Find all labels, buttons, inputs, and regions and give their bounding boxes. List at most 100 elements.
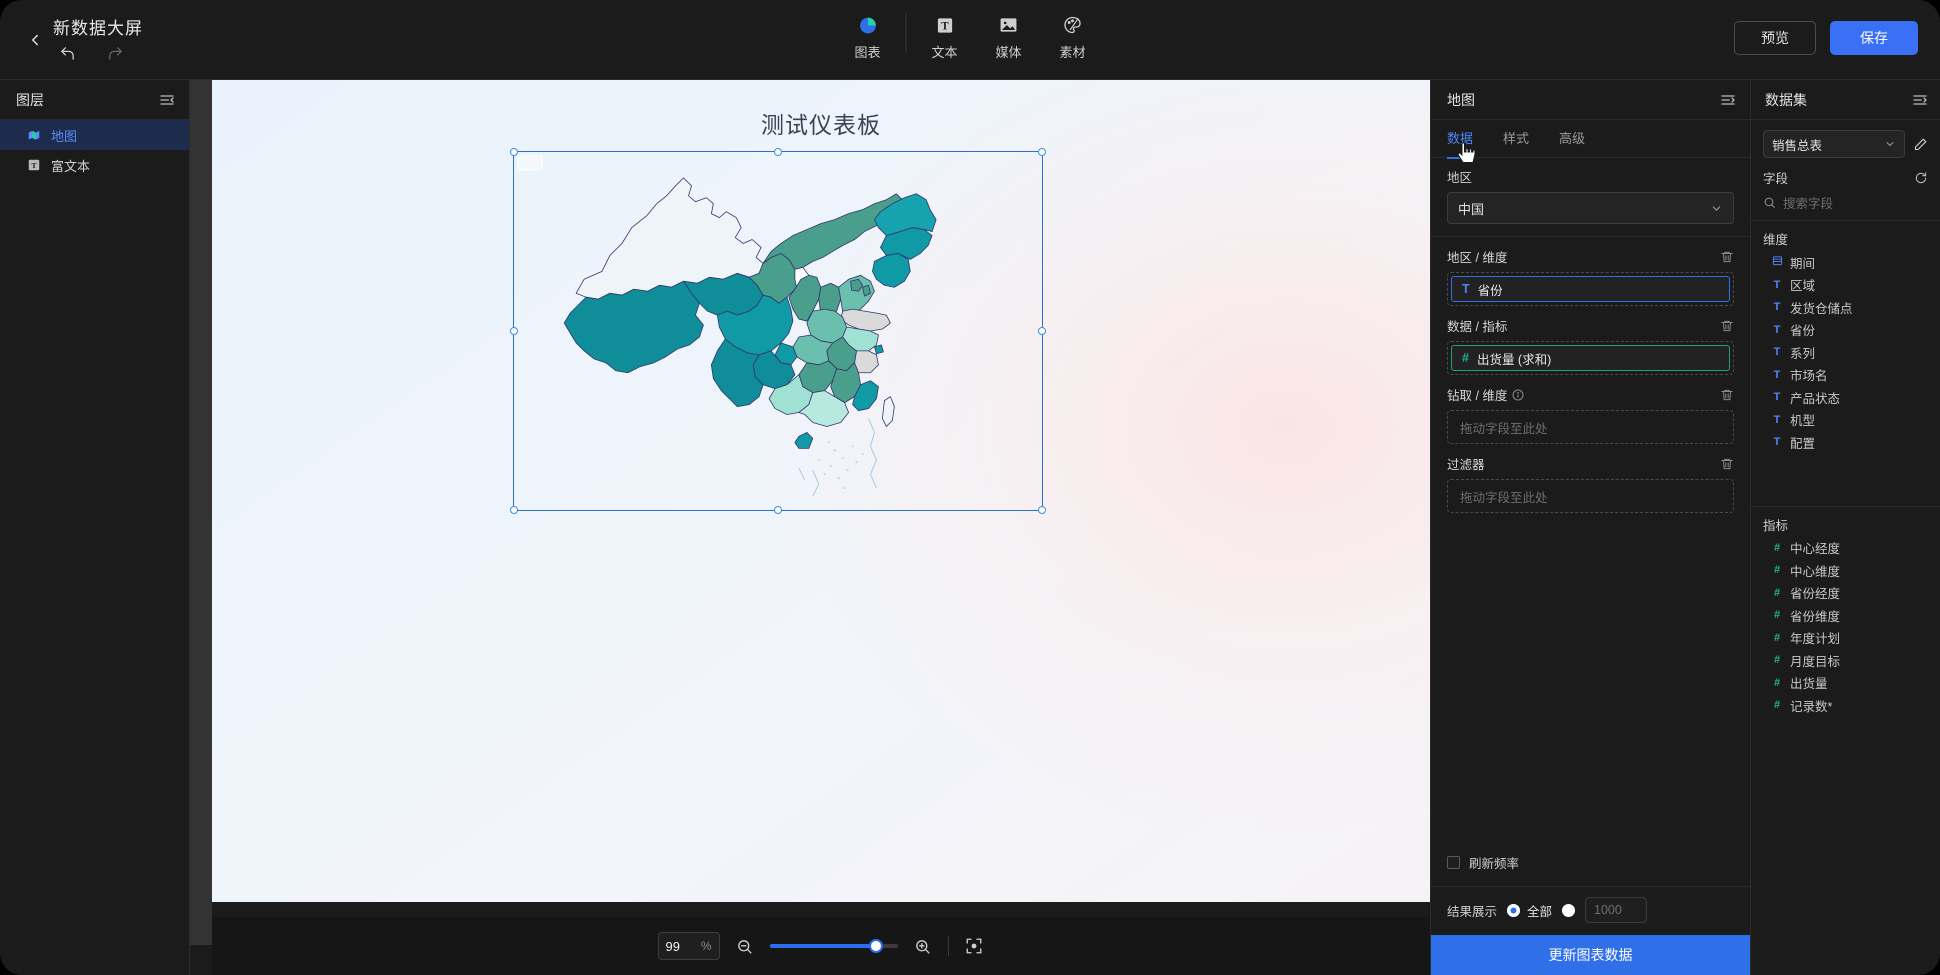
dataset-field-center-latitude[interactable]: # 中心维度 <box>1751 559 1940 582</box>
sidebar-item-map-layer[interactable]: 地图 <box>0 120 189 150</box>
collapse-right-icon[interactable] <box>1720 92 1736 108</box>
drop-zone-region-dimension[interactable]: T 省份 <box>1447 272 1734 306</box>
app-window: 新数据大屏 图表 T 文本 媒体 素材 预览 保存 图层 地图 T 富文本 测试… <box>0 0 1940 975</box>
back-button[interactable] <box>20 25 50 55</box>
measure-group-label: 指标 <box>1763 518 1789 533</box>
save-button[interactable]: 保存 <box>1830 21 1918 55</box>
tab-data[interactable]: 数据 <box>1447 128 1474 159</box>
number-type-icon: # <box>1773 699 1781 712</box>
dataset-field-label: 产品状态 <box>1790 391 1841 406</box>
text-type-icon: T <box>1773 413 1781 426</box>
result-radio-all[interactable] <box>1507 903 1521 917</box>
resize-handle-bottom-center[interactable] <box>774 506 782 514</box>
field-chip-shipment[interactable]: # 出货量 (求和) <box>1451 345 1730 371</box>
pencil-icon[interactable] <box>1913 137 1928 152</box>
config-body: 地区 中国 地区 / 维度 T 省份 数据 / 指标 # 出货量 (求和) 钻取… <box>1431 158 1750 839</box>
zoom-percent-sign: % <box>700 939 712 953</box>
dataset-field-region[interactable]: T 区域 <box>1751 274 1940 297</box>
fit-screen-icon[interactable] <box>963 935 985 957</box>
update-chart-data-button[interactable]: 更新图表数据 <box>1431 935 1750 975</box>
refresh-frequency-checkbox[interactable] <box>1447 856 1460 869</box>
preview-button[interactable]: 预览 <box>1734 21 1816 55</box>
collapse-right-icon[interactable] <box>1912 92 1928 108</box>
drop-zone-data-measure[interactable]: # 出货量 (求和) <box>1447 341 1734 375</box>
map-widget[interactable]: 地图 <box>510 148 1046 514</box>
tab-advanced[interactable]: 高级 <box>1559 128 1585 149</box>
info-icon[interactable] <box>1512 389 1524 401</box>
dataset-field-province-latitude[interactable]: # 省份维度 <box>1751 604 1940 627</box>
dataset-field-province[interactable]: T 省份 <box>1751 319 1940 342</box>
zoom-slider-knob[interactable] <box>868 939 883 953</box>
zoom-in-icon[interactable] <box>912 935 934 957</box>
slot-label: 钻取 / 维度 <box>1447 389 1508 403</box>
dataset-field-center-longitude[interactable]: # 中心经度 <box>1751 537 1940 560</box>
dataset-field-model[interactable]: T 机型 <box>1751 409 1940 432</box>
top-bar: 新数据大屏 图表 T 文本 媒体 素材 预览 保存 <box>0 0 1940 80</box>
dataset-field-annual-plan[interactable]: # 年度计划 <box>1751 627 1940 650</box>
drop-zone-drill-dimension[interactable]: 拖动字段至此处 <box>1447 410 1734 444</box>
tool-text[interactable]: T 文本 <box>913 9 977 61</box>
text-type-icon: T <box>1773 301 1781 314</box>
zoom-input[interactable]: 99 % <box>657 932 720 960</box>
region-select[interactable]: 中国 <box>1447 192 1734 224</box>
slot-header-filter: 过滤器 <box>1431 444 1750 479</box>
redo-icon[interactable] <box>104 42 126 64</box>
resize-handle-middle-right[interactable] <box>1038 327 1046 335</box>
field-chip-province[interactable]: T 省份 <box>1451 276 1730 302</box>
undo-icon[interactable] <box>56 42 78 64</box>
dataset-field-label: 年度计划 <box>1790 632 1841 647</box>
dataset-field-shipment[interactable]: # 出货量 <box>1751 672 1940 695</box>
dataset-field-monthly-target[interactable]: # 月度目标 <box>1751 649 1940 672</box>
result-limit-input[interactable]: 1000 <box>1585 897 1648 923</box>
tool-material[interactable]: 素材 <box>1041 9 1105 61</box>
zoom-bar-divider <box>947 936 949 956</box>
dataset-select[interactable]: 销售总表 <box>1763 130 1905 158</box>
tab-style[interactable]: 样式 <box>1503 128 1529 149</box>
clear-filter-icon[interactable] <box>1720 457 1734 471</box>
clear-drill-dimension-icon[interactable] <box>1720 388 1734 402</box>
dataset-field-series[interactable]: T 系列 <box>1751 341 1940 364</box>
dataset-field-label: 区域 <box>1790 279 1816 294</box>
config-tabs: 数据 样式 高级 <box>1431 120 1750 163</box>
resize-handle-bottom-right[interactable] <box>1038 506 1046 514</box>
clear-region-dimension-icon[interactable] <box>1720 250 1734 264</box>
zoom-out-icon[interactable] <box>734 935 756 957</box>
tool-text-label: 文本 <box>931 45 958 60</box>
sidebar-item-rich-text[interactable]: T 富文本 <box>0 150 189 180</box>
dashboard-canvas[interactable]: 测试仪表板 地图 <box>212 80 1430 902</box>
resize-handle-bottom-left[interactable] <box>510 506 518 514</box>
search-input[interactable]: 搜索字段 <box>1783 193 1833 212</box>
refresh-icon[interactable] <box>1914 171 1928 185</box>
dataset-title: 数据集 <box>1765 91 1807 108</box>
number-type-icon: # <box>1773 631 1781 644</box>
dataset-field-product-status[interactable]: T 产品状态 <box>1751 386 1940 409</box>
canvas-gutter <box>190 80 212 945</box>
dataset-fields-list[interactable]: 维度 期间 T 区域 T 发货仓储点 T 省份 T 系列 T 市场名 T 产品状… <box>1751 221 1940 975</box>
dataset-field-record-count[interactable]: # 记录数* <box>1751 694 1940 717</box>
dataset-field-warehouse[interactable]: T 发货仓储点 <box>1751 296 1940 319</box>
china-choropleth-map <box>563 177 937 497</box>
refresh-frequency-label: 刷新频率 <box>1469 857 1520 871</box>
search-field-row[interactable]: 搜索字段 <box>1751 189 1940 221</box>
dataset-field-market[interactable]: T 市场名 <box>1751 364 1940 387</box>
collapse-left-icon[interactable] <box>159 92 175 108</box>
zoom-bar: 99 % <box>212 917 1430 975</box>
rich-text-icon: T <box>26 158 41 173</box>
zoom-slider-fill <box>769 944 876 948</box>
zoom-slider[interactable] <box>769 937 898 955</box>
dataset-field-province-longitude[interactable]: # 省份经度 <box>1751 582 1940 605</box>
drop-zone-filter[interactable]: 拖动字段至此处 <box>1447 479 1734 513</box>
dataset-field-config[interactable]: T 配置 <box>1751 431 1940 454</box>
clear-data-measure-icon[interactable] <box>1720 319 1734 333</box>
result-radio-limit[interactable] <box>1562 903 1576 917</box>
tool-media[interactable]: 媒体 <box>977 9 1041 61</box>
resize-handle-middle-left[interactable] <box>510 327 518 335</box>
dataset-field-period[interactable]: 期间 <box>1751 251 1940 274</box>
canvas-area[interactable]: 测试仪表板 地图 <box>212 80 1430 917</box>
resize-handle-top-right[interactable] <box>1038 148 1046 156</box>
result-option-all[interactable]: 全部 <box>1507 901 1552 920</box>
tool-chart[interactable]: 图表 <box>836 9 900 61</box>
insert-toolbar: 图表 T 文本 媒体 素材 <box>836 9 1105 61</box>
resize-handle-top-left[interactable] <box>510 148 518 156</box>
resize-handle-top-center[interactable] <box>774 148 782 156</box>
